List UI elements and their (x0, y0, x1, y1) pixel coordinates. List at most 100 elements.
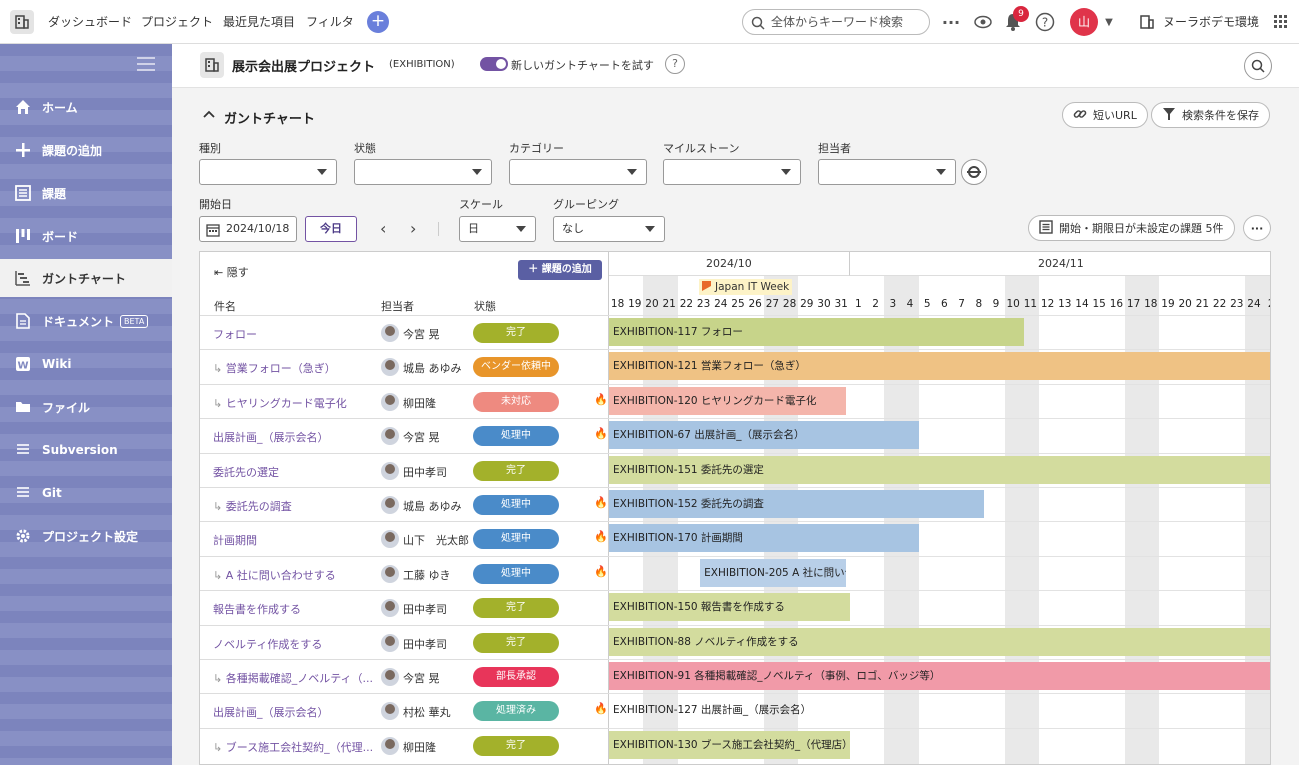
scale-select[interactable]: 日 (459, 216, 536, 242)
status-badge[interactable]: 処理中 (473, 529, 559, 550)
sidebar-item-board[interactable]: ボード (0, 217, 172, 255)
status-badge[interactable]: 完了 (473, 632, 559, 653)
table-row[interactable]: ノベルティ作成をする 田中孝司 完了 (200, 624, 609, 659)
help-icon[interactable]: ? (1034, 11, 1056, 33)
add-issue-button[interactable]: ＋ 課題の追加 (518, 260, 602, 280)
gantt-bar[interactable]: EXHIBITION-150 報告書を作成する (609, 593, 850, 622)
sidebar-item-documents[interactable]: ドキュメント BETA (0, 302, 172, 340)
global-search-input[interactable]: 全体からキーワード検索 (742, 9, 930, 35)
table-row[interactable]: ↳ ヒヤリングカード電子化 柳田隆 未対応 🔥 (200, 383, 609, 418)
unset-dates-button[interactable]: 開始・期限日が未設定の課題 5件 (1028, 215, 1235, 241)
gantt-bar[interactable]: EXHIBITION-67 出展計画_（展示会名） (609, 421, 919, 450)
gantt-bar[interactable]: EXHIBITION-127 出展計画_（展示会名） (609, 696, 809, 724)
watch-eye-icon[interactable] (972, 11, 994, 33)
issue-summary-link[interactable]: ↳ ヒヤリングカード電子化 (213, 395, 373, 411)
issue-summary-link[interactable]: ノベルティ作成をする (213, 636, 373, 652)
user-menu-caret-icon[interactable]: ▼ (1098, 11, 1120, 33)
issue-summary-link[interactable]: 出展計画_（展示会名） (213, 429, 373, 445)
short-url-button[interactable]: 短いURL (1062, 102, 1148, 128)
collapse-chevron-icon[interactable] (202, 108, 216, 122)
gantt-bar[interactable]: EXHIBITION-91 各種掲載確認_ノベルティ（事例、ロゴ、バッジ等） (609, 662, 1270, 690)
status-badge[interactable]: 未対応 (473, 391, 559, 412)
sidebar-item-wiki[interactable]: W Wiki (0, 345, 172, 383)
gantt-bar[interactable]: EXHIBITION-130 ブース施工会社契約_（代理店） (609, 730, 850, 759)
status-badge[interactable]: 処理中 (473, 426, 559, 447)
gantt-bar[interactable]: EXHIBITION-152 委託先の調査 (609, 490, 984, 518)
user-avatar[interactable]: 山 (1070, 8, 1098, 36)
table-row[interactable]: 委託先の選定 田中孝司 完了 (200, 452, 609, 487)
sidebar-item-add-issue[interactable]: 課題の追加 (0, 131, 172, 169)
quick-add-button[interactable]: + (367, 11, 389, 33)
type-select[interactable] (199, 159, 337, 185)
today-button[interactable]: 今日 (305, 216, 357, 242)
issue-summary-link[interactable]: ↳ ブース施工会社契約_（代理... (213, 739, 373, 755)
sidebar-item-gantt[interactable]: ガントチャート (0, 259, 172, 297)
start-date-input[interactable]: 2024/10/18 (199, 216, 297, 242)
milestone-select[interactable] (663, 159, 801, 185)
status-badge[interactable]: 完了 (473, 460, 559, 481)
milestone-marker[interactable]: Japan IT Week (699, 279, 793, 295)
issue-summary-link[interactable]: 委託先の選定 (213, 464, 373, 480)
prev-arrow-icon[interactable]: ‹ (380, 219, 386, 238)
help-question-icon[interactable]: ? (665, 54, 685, 74)
hide-panel-button[interactable]: ⇤ 隠す (214, 264, 249, 280)
sidebar-item-issues[interactable]: 課題 (0, 174, 172, 212)
issue-summary-link[interactable]: 報告書を作成する (213, 601, 373, 617)
nav-filters[interactable]: フィルタ (306, 13, 354, 30)
project-name[interactable]: 展示会出展プロジェクト (232, 56, 375, 75)
issue-summary-link[interactable]: フォロー (213, 326, 373, 342)
category-select[interactable] (509, 159, 647, 185)
issue-summary-link[interactable]: ↳ 各種掲載確認_ノベルティ（... (213, 670, 373, 686)
table-row[interactable]: 出展計画_（展示会名） 村松 華丸 処理済み 🔥 (200, 693, 609, 727)
issue-summary-link[interactable]: 計画期間 (213, 532, 373, 548)
reset-filter-button[interactable] (961, 159, 987, 185)
status-badge[interactable]: 完了 (473, 323, 559, 343)
table-row[interactable]: 報告書を作成する 田中孝司 完了 (200, 590, 609, 624)
gantt-bar[interactable]: EXHIBITION-205 A 社に問い合わせする (700, 558, 847, 587)
table-row[interactable]: ↳ 各種掲載確認_ノベルティ（... 今宮 晃 部長承認 (200, 659, 609, 693)
gantt-bar[interactable]: EXHIBITION-170 計画期間 (609, 524, 919, 553)
column-header-assignee[interactable]: 担当者 (381, 298, 414, 314)
more-icon[interactable]: ··· (940, 11, 962, 33)
status-badge[interactable]: 処理中 (473, 563, 559, 584)
gantt-bar[interactable]: EXHIBITION-151 委託先の選定 (609, 455, 1270, 484)
sidebar-item-subversion[interactable]: Subversion (0, 431, 172, 469)
issue-summary-link[interactable]: 出展計画_（展示会名） (213, 704, 373, 720)
more-options-icon[interactable]: ··· (1243, 215, 1271, 241)
sidebar-item-settings[interactable]: プロジェクト設定 (0, 517, 172, 555)
status-badge[interactable]: 完了 (473, 735, 559, 756)
space-logo-icon[interactable] (10, 10, 34, 34)
nav-recent[interactable]: 最近見た項目 (223, 13, 295, 30)
table-row[interactable]: ↳ 営業フォロー（急ぎ） 城島 あゆみ ベンダー依頼中 (200, 349, 609, 383)
status-select[interactable] (354, 159, 492, 185)
gantt-bar[interactable]: EXHIBITION-88 ノベルティ作成をする (609, 627, 1270, 656)
issue-summary-link[interactable]: ↳ 委託先の調査 (213, 498, 373, 514)
project-search-button[interactable] (1244, 52, 1272, 80)
save-search-button[interactable]: 検索条件を保存 (1151, 102, 1270, 128)
new-gantt-toggle[interactable] (480, 57, 508, 71)
sidebar-item-files[interactable]: ファイル (0, 388, 172, 426)
apps-grid-icon[interactable] (1270, 11, 1292, 33)
table-row[interactable]: ↳ 委託先の調査 城島 あゆみ 処理中 🔥 (200, 487, 609, 521)
status-badge[interactable]: 処理中 (473, 495, 559, 515)
grouping-select[interactable]: なし (553, 216, 665, 242)
status-badge[interactable]: 部長承認 (473, 667, 559, 687)
next-arrow-icon[interactable]: › (410, 219, 416, 238)
gantt-bar[interactable]: EXHIBITION-117 フォロー (609, 318, 1024, 346)
status-badge[interactable]: ベンダー依頼中 (473, 357, 559, 378)
sidebar-item-git[interactable]: Git (0, 474, 172, 512)
table-row[interactable]: フォロー 今宮 晃 完了 (200, 315, 609, 349)
gantt-bar[interactable]: EXHIBITION-121 営業フォロー（急ぎ） (609, 352, 1270, 381)
issue-summary-link[interactable]: ↳ 営業フォロー（急ぎ） (213, 360, 373, 376)
status-badge[interactable]: 処理済み (473, 701, 559, 722)
sidebar-collapse-icon[interactable] (137, 56, 155, 75)
status-badge[interactable]: 完了 (473, 598, 559, 619)
nav-projects[interactable]: プロジェクト (141, 13, 213, 30)
nav-dashboard[interactable]: ダッシュボード (48, 13, 132, 30)
column-header-status[interactable]: 状態 (474, 298, 496, 314)
gantt-bar[interactable]: EXHIBITION-120 ヒヤリングカード電子化 (609, 386, 847, 415)
column-header-name[interactable]: 件名 (214, 298, 236, 314)
table-row[interactable]: 出展計画_（展示会名） 今宮 晃 処理中 🔥 (200, 418, 609, 452)
table-row[interactable]: ↳ A 社に問い合わせする 工藤 ゆき 処理中 🔥 (200, 555, 609, 590)
space-name[interactable]: ヌーラボデモ環境 (1163, 13, 1259, 30)
